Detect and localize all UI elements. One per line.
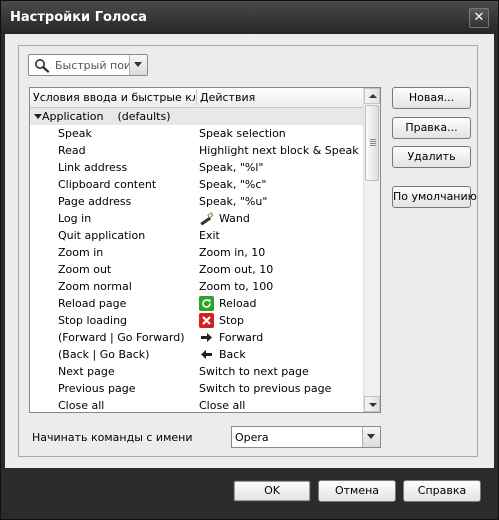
action-label: Highlight next block & Speak...	[199, 144, 359, 157]
table-row[interactable]: Clipboard content Speak, "%c"	[30, 176, 365, 193]
select-dropdown-button[interactable]	[362, 427, 380, 447]
input-condition: Next page	[58, 365, 115, 378]
start-commands-value: Opera	[235, 431, 269, 444]
table-row[interactable]: Close all Close all	[30, 397, 365, 412]
table-row[interactable]: (Forward | Go Forward) Forward	[30, 329, 365, 346]
action-label: Speak, "%u"	[199, 195, 268, 208]
input-condition: Reload page	[58, 297, 127, 310]
action-label: Forward	[219, 331, 264, 344]
input-condition: (Forward | Go Forward)	[58, 331, 185, 344]
action-label: Wand	[219, 212, 250, 225]
action-label: Back	[219, 348, 246, 361]
table-row[interactable]: (Back | Go Back) Back	[30, 346, 365, 363]
start-commands-label: Начинать команды с имени	[32, 431, 193, 444]
action-label: Stop	[219, 314, 245, 327]
title-bar[interactable]: Настройки Голоса ✕	[1, 1, 498, 34]
search-dropdown-button[interactable]	[129, 55, 147, 75]
action-label: Switch to next page	[199, 365, 309, 378]
action-label: Exit	[199, 229, 220, 242]
input-condition: (Back | Go Back)	[58, 348, 150, 361]
grip-icon	[370, 139, 376, 147]
action-label: Zoom out, 10	[199, 263, 274, 276]
chevron-down-icon	[367, 434, 375, 439]
edit-button[interactable]: Правка...	[392, 117, 471, 139]
reload-icon	[199, 296, 214, 311]
table-row[interactable]: Next page Switch to next page	[30, 363, 365, 380]
collapse-triangle-icon[interactable]	[34, 114, 42, 119]
voice-commands-table[interactable]: Условия ввода и быстрые кл... Действия A…	[29, 87, 381, 413]
input-condition: Zoom normal	[58, 280, 132, 293]
arrow-up-icon	[369, 94, 377, 98]
input-condition: Link address	[58, 161, 128, 174]
dialog-title: Настройки Голоса	[10, 10, 147, 25]
group-sub: (defaults)	[117, 110, 171, 123]
search-placeholder: Быстрый поиск	[55, 59, 129, 72]
table-row[interactable]: Log in Wand	[30, 210, 365, 227]
wand-icon	[199, 211, 214, 226]
vertical-scrollbar[interactable]	[363, 88, 380, 412]
input-condition: Close all	[58, 399, 105, 412]
action-label: Speak, "%c"	[199, 178, 267, 191]
table-row[interactable]: Previous page Switch to previous page	[30, 380, 365, 397]
input-condition: Read	[58, 144, 86, 157]
input-condition: Zoom out	[58, 263, 112, 276]
new-button[interactable]: Новая...	[392, 87, 471, 109]
table-body: Application (defaults) Speak Speak select…	[30, 108, 365, 412]
back-arrow-icon	[199, 347, 214, 362]
start-commands-select[interactable]: Opera	[231, 426, 381, 448]
forward-arrow-icon	[199, 330, 214, 345]
input-condition: Zoom in	[58, 246, 104, 259]
table-row[interactable]: Zoom in Zoom in, 10	[30, 244, 365, 261]
voice-settings-dialog: Настройки Голоса ✕ Быстрый поиск Условия…	[0, 0, 499, 520]
quick-search-field[interactable]: Быстрый поиск	[28, 54, 148, 76]
column-header-actions[interactable]: Действия	[200, 91, 360, 104]
arrow-down-icon	[369, 403, 377, 407]
column-header-input[interactable]: Условия ввода и быстрые кл...	[33, 91, 195, 104]
table-row[interactable]: Speak Speak selection	[30, 125, 365, 142]
table-row[interactable]: Page address Speak, "%u"	[30, 193, 365, 210]
table-row[interactable]: Stop loading Stop	[30, 312, 365, 329]
action-label: Speak, "%l"	[199, 161, 264, 174]
input-condition: Page address	[58, 195, 132, 208]
action-label: Zoom to, 100	[199, 280, 274, 293]
scroll-down-button[interactable]	[364, 396, 380, 412]
action-label: Speak selection	[199, 127, 286, 140]
table-row[interactable]: Read Highlight next block & Speak...	[30, 142, 365, 159]
defaults-button[interactable]: По умолчанию	[392, 186, 477, 208]
cancel-button[interactable]: Отмена	[318, 480, 396, 502]
stop-icon	[199, 313, 214, 328]
action-label: Close all	[199, 399, 246, 412]
table-header: Условия ввода и быстрые кл... Действия	[30, 88, 365, 108]
action-label: Reload	[219, 297, 257, 310]
table-row[interactable]: Quit application Exit	[30, 227, 365, 244]
input-condition: Stop loading	[58, 314, 128, 327]
scroll-thumb[interactable]	[365, 105, 379, 181]
ok-button[interactable]: OK	[233, 480, 311, 502]
action-label: Switch to previous page	[199, 382, 332, 395]
group-row-application[interactable]: Application (defaults)	[30, 108, 365, 125]
input-condition: Clipboard content	[58, 178, 157, 191]
scroll-up-button[interactable]	[364, 88, 380, 104]
help-button[interactable]: Справка	[403, 480, 481, 502]
input-condition: Speak	[58, 127, 92, 140]
close-icon: ✕	[473, 10, 485, 25]
input-condition: Previous page	[58, 382, 136, 395]
table-row[interactable]: Link address Speak, "%l"	[30, 159, 365, 176]
group-label: Application (defaults)	[42, 110, 171, 123]
column-divider[interactable]	[196, 90, 197, 105]
close-button[interactable]: ✕	[469, 8, 489, 28]
search-icon	[35, 59, 50, 73]
delete-button[interactable]: Удалить	[392, 146, 471, 168]
table-row[interactable]: Zoom normal Zoom to, 100	[30, 278, 365, 295]
group-name: Application	[42, 110, 104, 123]
input-condition: Quit application	[58, 229, 146, 242]
table-row[interactable]: Reload page Reload	[30, 295, 365, 312]
table-row[interactable]: Zoom out Zoom out, 10	[30, 261, 365, 278]
chevron-down-icon	[134, 62, 142, 67]
action-label: Zoom in, 10	[199, 246, 266, 259]
input-condition: Log in	[58, 212, 92, 225]
